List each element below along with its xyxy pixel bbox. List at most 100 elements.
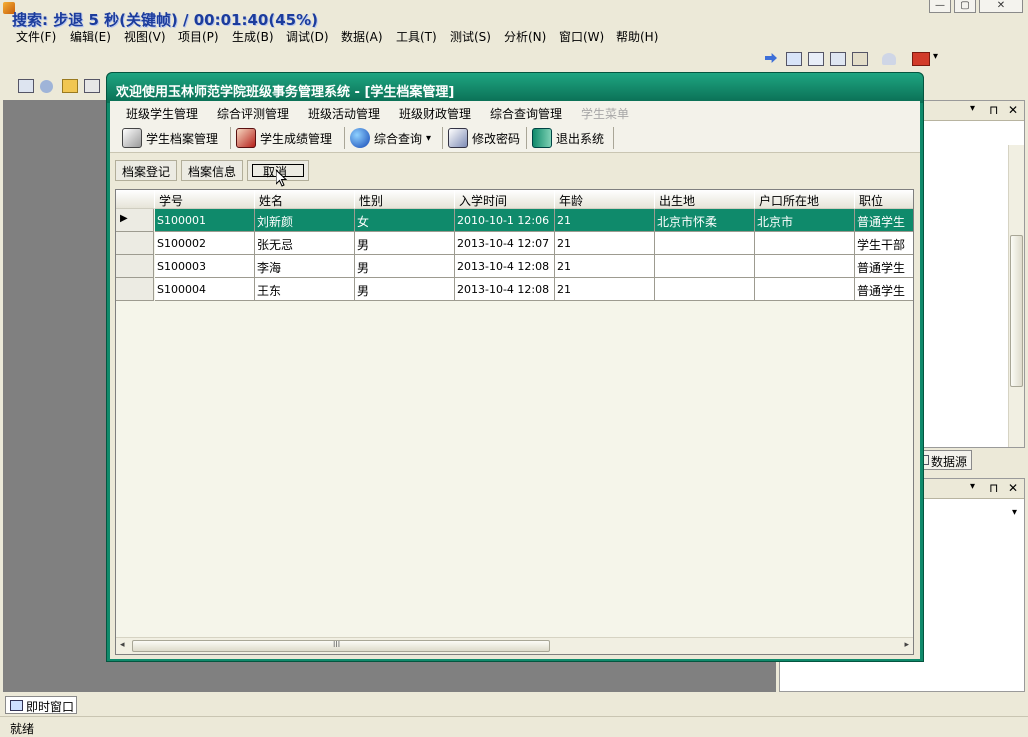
pane-close-icon[interactable]: ✕ xyxy=(1008,481,1018,495)
menu-help[interactable]: 帮助(H) xyxy=(616,28,658,45)
table-row[interactable]: ▶ S100001 刘新颜 女 2010-10-1 12:06 21 北京市怀柔… xyxy=(116,209,913,232)
menu-debug[interactable]: 调试(D) xyxy=(286,28,329,45)
start-page-icon[interactable] xyxy=(912,52,930,66)
col-birthplace[interactable]: 出生地 xyxy=(655,190,755,209)
cell-birthplace[interactable] xyxy=(655,278,755,301)
toolbox-icon[interactable] xyxy=(852,52,868,66)
cell-birthplace[interactable]: 北京市怀柔 xyxy=(655,209,755,232)
cell-residence[interactable]: 北京市 xyxy=(755,209,855,232)
window-icon[interactable] xyxy=(786,52,802,66)
pin-icon[interactable]: ⊓ xyxy=(989,103,998,117)
cell-student-id[interactable]: S100001 xyxy=(155,209,255,232)
cell-name[interactable]: 刘新颜 xyxy=(255,209,355,232)
save-icon[interactable] xyxy=(84,79,100,93)
scroll-thumb[interactable]: III xyxy=(132,640,550,652)
student-records-grid[interactable]: 学号 姓名 性别 入学时间 年龄 出生地 户口所在地 职位 ▶ S100001 … xyxy=(115,189,914,655)
cell-name[interactable]: 张无忌 xyxy=(255,232,355,255)
col-student-id[interactable]: 学号 xyxy=(155,190,255,209)
cell-student-id[interactable]: S100004 xyxy=(155,278,255,301)
change-password-button[interactable]: 修改密码 xyxy=(448,127,520,149)
add-item-icon[interactable] xyxy=(40,80,53,93)
scroll-right-icon[interactable]: ▸ xyxy=(904,640,909,650)
row-header[interactable] xyxy=(116,255,154,278)
row-header[interactable] xyxy=(116,232,154,255)
student-grades-button[interactable]: 学生成绩管理 xyxy=(236,127,332,149)
grid-horizontal-scrollbar[interactable]: ◂ III ▸ xyxy=(116,637,913,654)
menu-evaluation[interactable]: 综合评测管理 xyxy=(217,105,289,122)
col-residence[interactable]: 户口所在地 xyxy=(755,190,855,209)
table-row[interactable]: S100004 王东 男 2013-10-4 12:08 21 普通学生 xyxy=(116,278,913,301)
cell-age[interactable]: 21 xyxy=(555,255,655,278)
cell-student-id[interactable]: S100002 xyxy=(155,232,255,255)
tab-datasource[interactable]: 数据源 xyxy=(920,450,972,470)
cell-student-id[interactable]: S100003 xyxy=(155,255,255,278)
menu-tools[interactable]: 工具(T) xyxy=(396,28,437,45)
cell-age[interactable]: 21 xyxy=(555,278,655,301)
menu-edit[interactable]: 编辑(E) xyxy=(70,28,111,45)
maximize-button[interactable]: ▢ xyxy=(954,0,976,13)
row-header[interactable]: ▶ xyxy=(116,209,154,232)
cell-gender[interactable]: 女 xyxy=(355,209,455,232)
scroll-thumb[interactable] xyxy=(1010,235,1023,387)
scroll-left-icon[interactable]: ◂ xyxy=(120,640,125,650)
menu-file[interactable]: 文件(F) xyxy=(16,28,56,45)
menu-analyze[interactable]: 分析(N) xyxy=(504,28,546,45)
open-folder-icon[interactable] xyxy=(62,79,78,93)
properties-icon[interactable] xyxy=(808,52,824,66)
dropdown-arrow-icon[interactable]: ▾ xyxy=(933,51,938,62)
query-dropdown-button[interactable]: 综合查询 ▾ xyxy=(350,127,431,149)
exit-system-button[interactable]: 退出系统 xyxy=(532,127,604,149)
cell-gender[interactable]: 男 xyxy=(355,232,455,255)
new-project-icon[interactable] xyxy=(18,79,34,93)
pane-close-icon[interactable]: ✕ xyxy=(1008,103,1018,117)
pane-dropdown-icon[interactable]: ▾ xyxy=(970,103,975,114)
student-records-button[interactable]: 学生档案管理 xyxy=(122,127,218,149)
menu-query[interactable]: 综合查询管理 xyxy=(490,105,562,122)
settings-icon[interactable] xyxy=(882,53,896,65)
tab-immediate-window[interactable]: 即时窗口 xyxy=(5,696,77,714)
table-row[interactable]: S100002 张无忌 男 2013-10-4 12:07 21 学生干部 xyxy=(116,232,913,255)
pane-dropdown-icon[interactable]: ▾ xyxy=(970,481,975,492)
minimize-button[interactable]: — xyxy=(929,0,951,13)
col-enroll-time[interactable]: 入学时间 xyxy=(455,190,555,209)
cell-enroll-time[interactable]: 2010-10-1 12:06 xyxy=(455,209,555,232)
cell-residence[interactable] xyxy=(755,278,855,301)
menu-class-students[interactable]: 班级学生管理 xyxy=(126,105,198,122)
cell-gender[interactable]: 男 xyxy=(355,255,455,278)
cell-gender[interactable]: 男 xyxy=(355,278,455,301)
cell-position[interactable]: 普通学生 xyxy=(855,278,913,301)
cell-position[interactable]: 学生干部 xyxy=(855,232,913,255)
menu-test[interactable]: 测试(S) xyxy=(450,28,491,45)
cell-residence[interactable] xyxy=(755,232,855,255)
pin-icon[interactable]: ⊓ xyxy=(989,481,998,495)
menu-finance[interactable]: 班级财政管理 xyxy=(399,105,471,122)
record-info-button[interactable]: 档案信息 xyxy=(181,160,244,181)
col-gender[interactable]: 性别 xyxy=(355,190,455,209)
col-position[interactable]: 职位 xyxy=(855,190,913,209)
menu-activities[interactable]: 班级活动管理 xyxy=(308,105,380,122)
pane-scrollbar[interactable] xyxy=(1008,145,1024,447)
col-age[interactable]: 年龄 xyxy=(555,190,655,209)
menu-build[interactable]: 生成(B) xyxy=(232,28,274,45)
menu-view[interactable]: 视图(V) xyxy=(124,28,166,45)
cell-position[interactable]: 普通学生 xyxy=(855,209,913,232)
cell-residence[interactable] xyxy=(755,255,855,278)
close-button[interactable]: ✕ xyxy=(979,0,1023,13)
cell-name[interactable]: 王东 xyxy=(255,278,355,301)
cell-birthplace[interactable] xyxy=(655,232,755,255)
cell-birthplace[interactable] xyxy=(655,255,755,278)
arrow-right-icon[interactable] xyxy=(765,53,777,63)
menu-project[interactable]: 项目(P) xyxy=(178,28,219,45)
row-header[interactable] xyxy=(116,278,154,301)
cell-enroll-time[interactable]: 2013-10-4 12:08 xyxy=(455,278,555,301)
cell-age[interactable]: 21 xyxy=(555,209,655,232)
record-register-button[interactable]: 档案登记 xyxy=(115,160,178,181)
col-name[interactable]: 姓名 xyxy=(255,190,355,209)
cell-enroll-time[interactable]: 2013-10-4 12:07 xyxy=(455,232,555,255)
properties-dropdown-icon[interactable]: ▾ xyxy=(1012,507,1017,518)
table-row[interactable]: S100003 李海 男 2013-10-4 12:08 21 普通学生 xyxy=(116,255,913,278)
cell-position[interactable]: 普通学生 xyxy=(855,255,913,278)
cell-enroll-time[interactable]: 2013-10-4 12:08 xyxy=(455,255,555,278)
object-browser-icon[interactable] xyxy=(830,52,846,66)
menu-window[interactable]: 窗口(W) xyxy=(559,28,604,45)
